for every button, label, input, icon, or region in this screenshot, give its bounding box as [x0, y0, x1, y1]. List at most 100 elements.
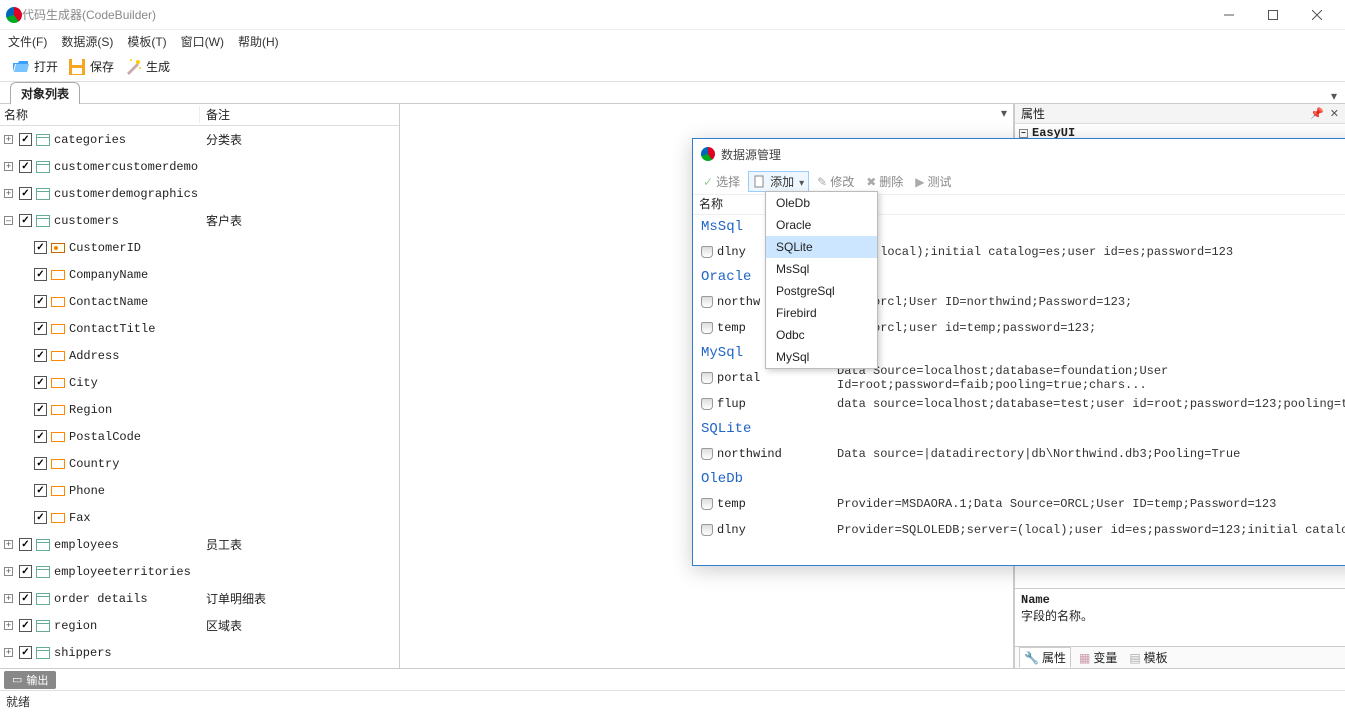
- collapse-icon[interactable]: –: [4, 216, 13, 225]
- select-button[interactable]: ✓选择: [699, 172, 744, 191]
- checkbox[interactable]: [34, 403, 47, 416]
- table-icon: [36, 188, 50, 200]
- expand-icon[interactable]: +: [4, 162, 13, 171]
- output-tab[interactable]: ▭输出: [4, 671, 56, 689]
- checkbox[interactable]: [34, 511, 47, 524]
- tab-templates[interactable]: ▤模板: [1125, 648, 1171, 667]
- checkbox[interactable]: [34, 430, 47, 443]
- titlebar: 代码生成器(CodeBuilder): [0, 0, 1345, 30]
- expand-icon[interactable]: +: [4, 648, 13, 657]
- checkbox[interactable]: [34, 376, 47, 389]
- column-row[interactable]: PostalCode: [0, 423, 399, 450]
- checkbox[interactable]: [19, 619, 32, 632]
- checkbox[interactable]: [34, 268, 47, 281]
- editor-dropdown-icon[interactable]: ▾: [1001, 106, 1007, 120]
- close-pane-icon[interactable]: ✕: [1330, 107, 1339, 120]
- expand-icon[interactable]: +: [4, 594, 13, 603]
- checkbox[interactable]: [19, 565, 32, 578]
- close-button[interactable]: [1295, 1, 1339, 29]
- dropdown-item-mssql[interactable]: MsSql: [766, 258, 877, 280]
- checkbox[interactable]: [34, 322, 47, 335]
- dropdown-item-oracle[interactable]: Oracle: [766, 214, 877, 236]
- column-row[interactable]: ContactTitle: [0, 315, 399, 342]
- edit-button[interactable]: ✎修改: [813, 172, 858, 191]
- table-row[interactable]: +customerdemographics: [0, 180, 399, 207]
- collapse-icon[interactable]: –: [1019, 129, 1028, 138]
- add-dropdown-menu[interactable]: OleDbOracleSQLiteMsSqlPostgreSqlFirebird…: [765, 191, 878, 369]
- tab-objects[interactable]: 对象列表: [10, 82, 80, 104]
- table-row[interactable]: + employeeterritories: [0, 558, 399, 585]
- checkbox[interactable]: [34, 295, 47, 308]
- checkbox[interactable]: [19, 133, 32, 146]
- checkbox[interactable]: [34, 241, 47, 254]
- datasource-dialog: 数据源管理 ✕ ✓选择 添加 ✎修改 ✖删除 ▶测试 名称 MsSql dlny…: [692, 138, 1345, 566]
- add-label: 添加: [770, 173, 794, 190]
- dropdown-item-postgresql[interactable]: PostgreSql: [766, 280, 877, 302]
- table-row[interactable]: +shippers: [0, 639, 399, 666]
- table-remark: 区域表: [200, 617, 399, 634]
- expand-icon[interactable]: +: [4, 540, 13, 549]
- table-row[interactable]: +customercustomerdemo: [0, 153, 399, 180]
- col-header-remark[interactable]: 备注: [200, 106, 399, 123]
- minimize-button[interactable]: [1207, 1, 1251, 29]
- dropdown-item-sqlite[interactable]: SQLite: [766, 236, 877, 258]
- menu-file[interactable]: 文件(F): [8, 33, 47, 50]
- menu-template[interactable]: 模板(T): [127, 33, 166, 50]
- menu-window[interactable]: 窗口(W): [181, 33, 224, 50]
- column-row[interactable]: Fax: [0, 504, 399, 531]
- menubar: 文件(F) 数据源(S) 模板(T) 窗口(W) 帮助(H): [0, 30, 1345, 52]
- table-icon: [36, 620, 50, 632]
- checkbox[interactable]: [19, 646, 32, 659]
- checkbox[interactable]: [19, 160, 32, 173]
- col-header-name[interactable]: 名称: [0, 106, 200, 123]
- pin-icon[interactable]: 📌: [1310, 107, 1324, 120]
- save-button[interactable]: 保存: [64, 56, 118, 78]
- dropdown-item-mysql[interactable]: MySql: [766, 346, 877, 368]
- add-button[interactable]: 添加: [748, 171, 809, 192]
- column-row[interactable]: ContactName: [0, 288, 399, 315]
- checkbox[interactable]: [34, 484, 47, 497]
- column-row[interactable]: CompanyName: [0, 261, 399, 288]
- column-row[interactable]: City: [0, 369, 399, 396]
- checkbox[interactable]: [34, 457, 47, 470]
- checkbox[interactable]: [34, 349, 47, 362]
- tab-vars[interactable]: ▦变量: [1075, 648, 1121, 667]
- expand-icon[interactable]: +: [4, 189, 13, 198]
- delete-button[interactable]: ✖删除: [862, 172, 907, 191]
- menu-help[interactable]: 帮助(H): [238, 33, 279, 50]
- checkbox[interactable]: [19, 214, 32, 227]
- checkbox[interactable]: [19, 538, 32, 551]
- dropdown-item-odbc[interactable]: Odbc: [766, 324, 877, 346]
- page-add-icon: [753, 175, 767, 189]
- build-button[interactable]: 生成: [120, 56, 174, 78]
- table-name: employeeterritories: [54, 565, 191, 579]
- checkbox[interactable]: [19, 187, 32, 200]
- table-name: employees: [54, 538, 119, 552]
- table-row[interactable]: +categories分类表: [0, 126, 399, 153]
- dropdown-item-oledb[interactable]: OleDb: [766, 192, 877, 214]
- tab-dropdown[interactable]: ▾: [1323, 89, 1345, 103]
- column-row[interactable]: Address: [0, 342, 399, 369]
- test-button[interactable]: ▶测试: [911, 172, 955, 191]
- expand-icon[interactable]: +: [4, 135, 13, 144]
- column-row[interactable]: Phone: [0, 477, 399, 504]
- tab-properties[interactable]: 🔧属性: [1019, 647, 1071, 668]
- table-remark: 客户表: [200, 212, 399, 229]
- expand-icon[interactable]: +: [4, 621, 13, 630]
- open-button[interactable]: 打开: [8, 56, 62, 78]
- column-row[interactable]: Country: [0, 450, 399, 477]
- object-tree[interactable]: +categories分类表+customercustomerdemo+cust…: [0, 126, 399, 668]
- table-row[interactable]: +order details订单明细表: [0, 585, 399, 612]
- expand-icon[interactable]: +: [4, 567, 13, 576]
- maximize-button[interactable]: [1251, 1, 1295, 29]
- table-row[interactable]: +employees员工表: [0, 531, 399, 558]
- table-row[interactable]: –customers客户表: [0, 207, 399, 234]
- dropdown-item-firebird[interactable]: Firebird: [766, 302, 877, 324]
- terminal-icon: ▭: [12, 673, 22, 686]
- column-row[interactable]: Region: [0, 396, 399, 423]
- column-row[interactable]: CustomerID: [0, 234, 399, 261]
- column-icon: [51, 432, 65, 442]
- table-row[interactable]: +region区域表: [0, 612, 399, 639]
- menu-datasource[interactable]: 数据源(S): [61, 33, 113, 50]
- checkbox[interactable]: [19, 592, 32, 605]
